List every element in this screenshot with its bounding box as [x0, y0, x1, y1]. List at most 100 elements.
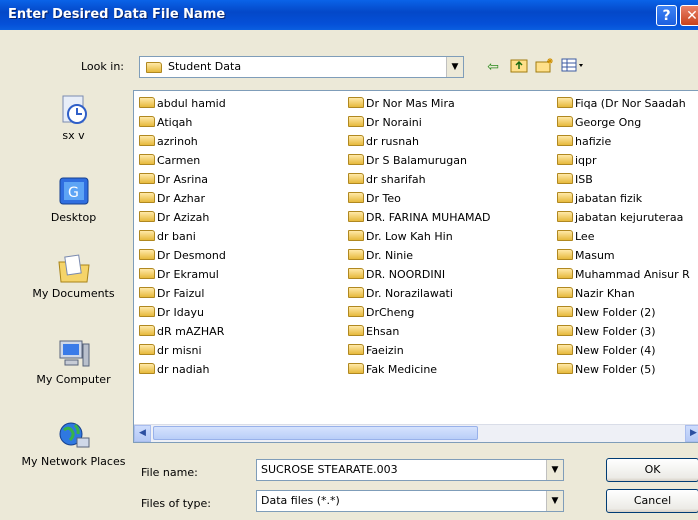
list-item[interactable]: Dr Asrina — [139, 170, 226, 189]
network-places-icon — [57, 420, 91, 452]
list-item[interactable]: Ehsan — [348, 322, 491, 341]
folder-icon — [557, 344, 573, 355]
title-bar[interactable]: Enter Desired Data File Name ? ✕ — [0, 0, 698, 30]
place-network[interactable]: My Network Places — [20, 420, 127, 468]
list-item[interactable]: iqpr — [557, 151, 690, 170]
folder-icon — [139, 230, 155, 241]
list-item[interactable]: Dr S Balamurugan — [348, 151, 491, 170]
list-item[interactable]: Muhammad Anisur R — [557, 265, 690, 284]
folder-icon — [557, 268, 573, 279]
look-in-label: Look in: — [81, 60, 124, 73]
close-button[interactable]: ✕ — [680, 5, 698, 26]
folder-icon — [139, 116, 155, 127]
list-item[interactable]: dr nadiah — [139, 360, 226, 379]
list-item[interactable]: ISB — [557, 170, 690, 189]
list-item[interactable]: Faeizin — [348, 341, 491, 360]
back-icon[interactable]: ⇦ — [482, 57, 504, 77]
folder-icon — [139, 135, 155, 146]
file-list[interactable]: abdul hamid Atiqah azrinoh Carmen Dr Asr… — [133, 90, 698, 443]
scroll-thumb[interactable] — [153, 426, 478, 440]
folder-icon — [557, 116, 573, 127]
up-folder-icon[interactable] — [508, 57, 530, 77]
horizontal-scrollbar[interactable]: ◀ ▶ — [134, 424, 698, 442]
recent-icon — [57, 94, 91, 126]
list-item[interactable]: Dr Azizah — [139, 208, 226, 227]
folder-icon — [557, 249, 573, 260]
place-my-computer[interactable]: My Computer — [20, 338, 127, 386]
place-my-documents[interactable]: My Documents — [20, 252, 127, 300]
list-item[interactable]: azrinoh — [139, 132, 226, 151]
file-type-select[interactable]: Data files (*.*) ▼ — [256, 490, 564, 512]
folder-icon — [557, 325, 573, 336]
list-item[interactable]: Atiqah — [139, 113, 226, 132]
list-item[interactable]: Dr Ekramul — [139, 265, 226, 284]
list-item[interactable]: hafizie — [557, 132, 690, 151]
look-in-dropdown-button[interactable]: ▼ — [446, 57, 463, 77]
new-folder-icon[interactable] — [534, 57, 556, 77]
list-item[interactable]: New Folder (5) — [557, 360, 690, 379]
list-item[interactable]: dR mAZHAR — [139, 322, 226, 341]
list-item[interactable]: Nazir Khan — [557, 284, 690, 303]
list-item[interactable]: dr rusnah — [348, 132, 491, 151]
place-label: Desktop — [50, 211, 97, 224]
list-item[interactable]: Dr Teo — [348, 189, 491, 208]
place-label: My Documents — [32, 287, 115, 300]
list-item[interactable]: New Folder (3) — [557, 322, 690, 341]
scroll-left-arrow-icon[interactable]: ◀ — [134, 425, 151, 442]
place-desktop[interactable]: G Desktop — [20, 176, 127, 224]
list-item[interactable]: jabatan fizik — [557, 189, 690, 208]
folder-icon — [557, 173, 573, 184]
list-item[interactable]: Fak Medicine — [348, 360, 491, 379]
list-item[interactable]: George Ong — [557, 113, 690, 132]
folder-icon — [348, 173, 364, 184]
file-type-dropdown-button[interactable]: ▼ — [546, 491, 563, 511]
list-item[interactable]: Carmen — [139, 151, 226, 170]
list-item[interactable]: Dr Noraini — [348, 113, 491, 132]
list-item[interactable]: Dr Idayu — [139, 303, 226, 322]
place-recent[interactable]: sx v — [20, 94, 127, 142]
list-item[interactable]: DR. FARINA MUHAMAD — [348, 208, 491, 227]
list-item[interactable]: DR. NOORDINI — [348, 265, 491, 284]
file-column: Fiqa (Dr Nor Saadah George Ong hafizie i… — [557, 94, 690, 379]
cancel-button[interactable]: Cancel — [606, 489, 698, 513]
folder-icon — [557, 211, 573, 222]
list-item[interactable]: jabatan kejuruteraa — [557, 208, 690, 227]
folder-icon — [139, 97, 155, 108]
folder-icon — [557, 97, 573, 108]
list-item[interactable]: Dr Desmond — [139, 246, 226, 265]
file-name-input[interactable]: SUCROSE STEARATE.003 ▼ — [256, 459, 564, 481]
list-item[interactable]: Dr. Low Kah Hin — [348, 227, 491, 246]
svg-text:G: G — [68, 185, 79, 201]
list-item[interactable]: abdul hamid — [139, 94, 226, 113]
list-item[interactable]: Dr Nor Mas Mira — [348, 94, 491, 113]
folder-icon — [348, 211, 364, 222]
file-name-dropdown-button[interactable]: ▼ — [546, 460, 563, 480]
place-label: My Network Places — [21, 455, 126, 468]
list-item[interactable]: Dr Azhar — [139, 189, 226, 208]
list-item[interactable]: New Folder (4) — [557, 341, 690, 360]
list-item[interactable]: New Folder (2) — [557, 303, 690, 322]
look-in-combo[interactable]: Student Data ▼ — [139, 56, 464, 78]
folder-icon — [139, 287, 155, 298]
list-item[interactable]: dr bani — [139, 227, 226, 246]
list-item[interactable]: Fiqa (Dr Nor Saadah — [557, 94, 690, 113]
my-documents-icon — [57, 252, 91, 284]
scroll-right-arrow-icon[interactable]: ▶ — [685, 425, 698, 442]
list-item[interactable]: Dr. Norazilawati — [348, 284, 491, 303]
folder-icon — [348, 306, 364, 317]
list-item[interactable]: Lee — [557, 227, 690, 246]
help-button[interactable]: ? — [656, 5, 677, 26]
folder-icon — [139, 249, 155, 260]
file-type-value: Data files (*.*) — [261, 494, 340, 507]
folder-icon — [348, 230, 364, 241]
list-item[interactable]: dr misni — [139, 341, 226, 360]
list-item[interactable]: dr sharifah — [348, 170, 491, 189]
view-menu-icon[interactable] — [560, 57, 586, 77]
list-item[interactable]: Dr Faizul — [139, 284, 226, 303]
list-item[interactable]: DrCheng — [348, 303, 491, 322]
folder-icon — [139, 211, 155, 222]
ok-button[interactable]: OK — [606, 458, 698, 482]
list-item[interactable]: Masum — [557, 246, 690, 265]
list-item[interactable]: Dr. Ninie — [348, 246, 491, 265]
look-in-value: Student Data — [168, 60, 242, 73]
